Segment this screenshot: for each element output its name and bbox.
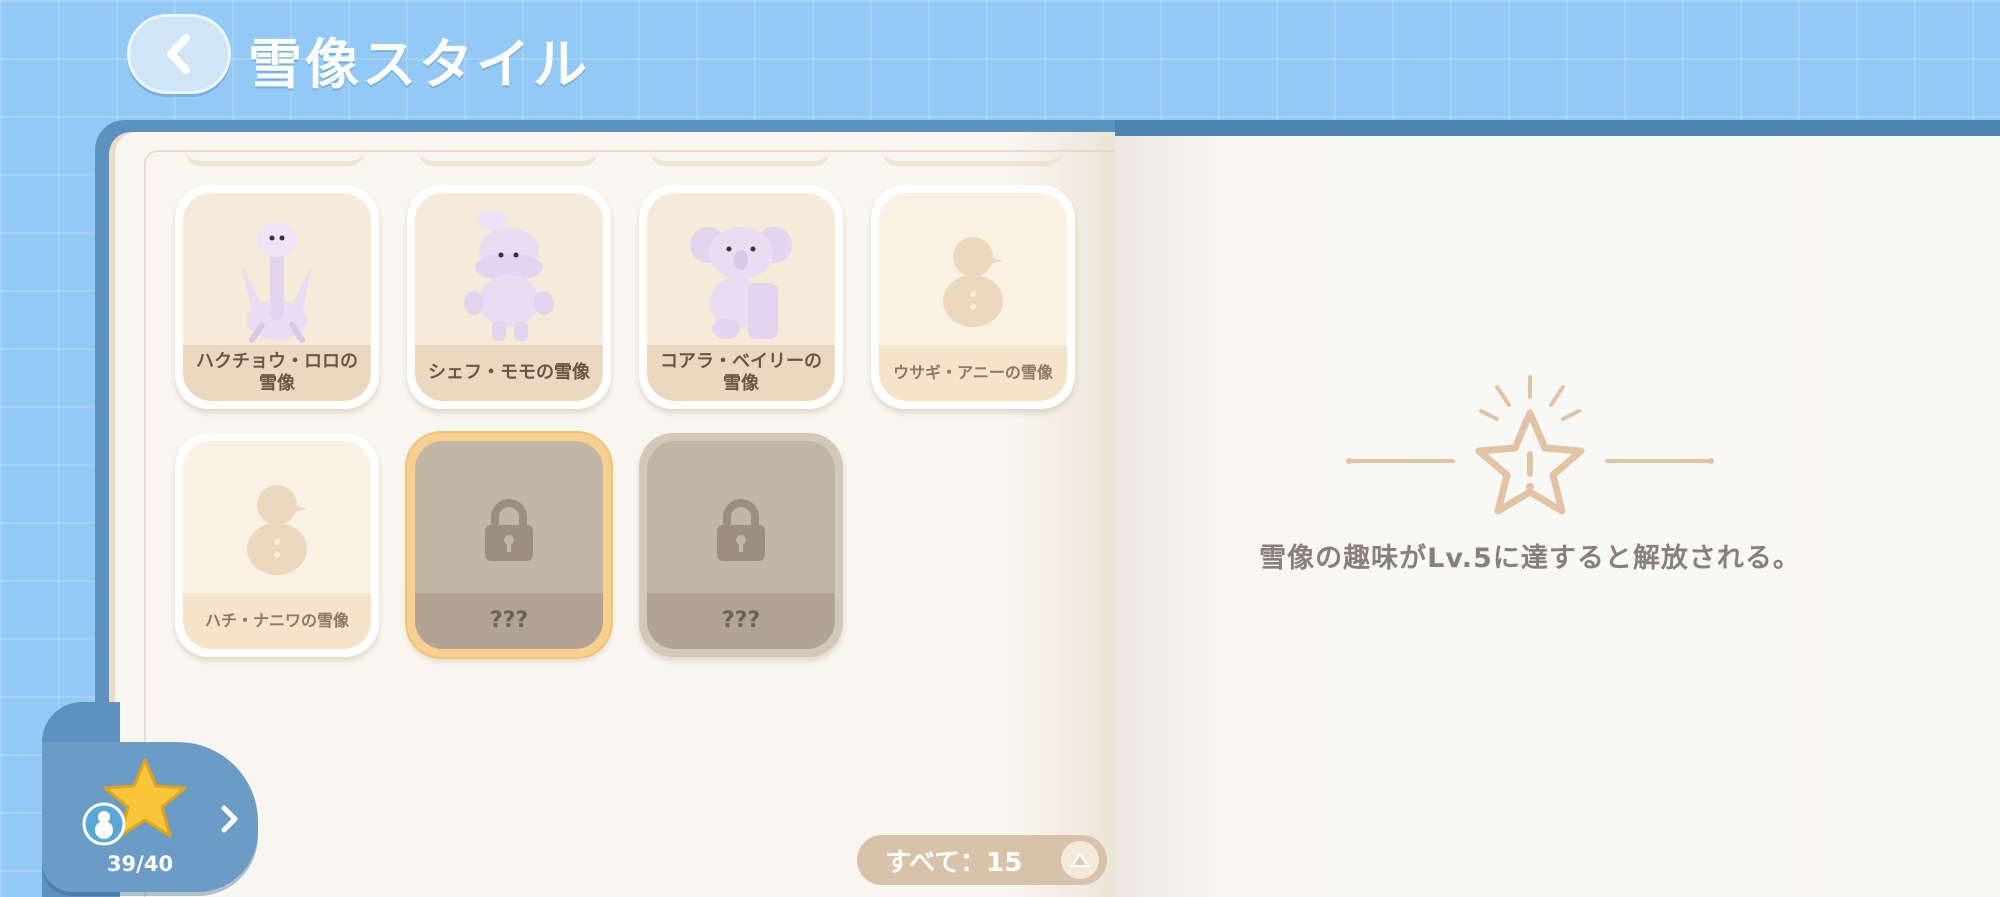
snow-sculpture-card[interactable]: ハチ・ナニワの雪像 — [175, 433, 379, 657]
snowman-badge-icon — [82, 802, 126, 846]
album-count: 39/40 — [106, 852, 174, 876]
triangle-up-icon — [1071, 853, 1089, 867]
back-button[interactable] — [127, 14, 231, 94]
snow-sculpture-card[interactable]: ★★★★★ ハクチョウ・ロロの雪像 — [175, 185, 379, 409]
koala-sculpture-icon — [690, 227, 792, 339]
chevron-left-icon — [167, 34, 190, 74]
card-label: ハクチョウ・ロロの雪像 — [183, 345, 371, 401]
card-label: コアラ・ベイリーの雪像 — [647, 345, 835, 401]
locked-sculpture-card[interactable]: ??? — [639, 433, 843, 657]
chef-sculpture-icon — [464, 210, 554, 341]
snowman-placeholder-icon — [943, 237, 1003, 327]
filter-button[interactable]: すべて：15 — [857, 835, 1107, 885]
locked-sculpture-card[interactable]: ??? — [407, 433, 611, 657]
snow-sculpture-card[interactable]: ★★★★★ コアラ・ベイリーの雪像 — [639, 185, 843, 409]
card-label: ハチ・ナニワの雪像 — [183, 593, 371, 649]
unlock-condition-text: 雪像の趣味がLv.5に達すると解放される。 — [1259, 543, 1801, 574]
chevron-right-icon — [221, 805, 238, 833]
card-label: ??? — [415, 593, 603, 649]
snowman-placeholder-icon — [247, 485, 307, 575]
snow-sculpture-card[interactable]: ウサギ・アニーの雪像 — [871, 185, 1075, 409]
card-label: シェフ・モモの雪像 — [415, 345, 603, 401]
card-label: ??? — [647, 593, 835, 649]
swan-sculpture-icon — [242, 223, 312, 343]
snow-sculpture-card[interactable]: ★★★★★ シェフ・モモの雪像 — [407, 185, 611, 409]
card-label: ウサギ・アニーの雪像 — [879, 345, 1067, 401]
lock-icon — [717, 499, 765, 561]
page-title: 雪像スタイル — [248, 33, 590, 96]
filter-label: すべて：15 — [885, 847, 1023, 878]
scroll-up-button[interactable] — [1061, 841, 1099, 879]
star-alert-icon — [1346, 375, 1714, 515]
lock-icon — [485, 499, 533, 561]
